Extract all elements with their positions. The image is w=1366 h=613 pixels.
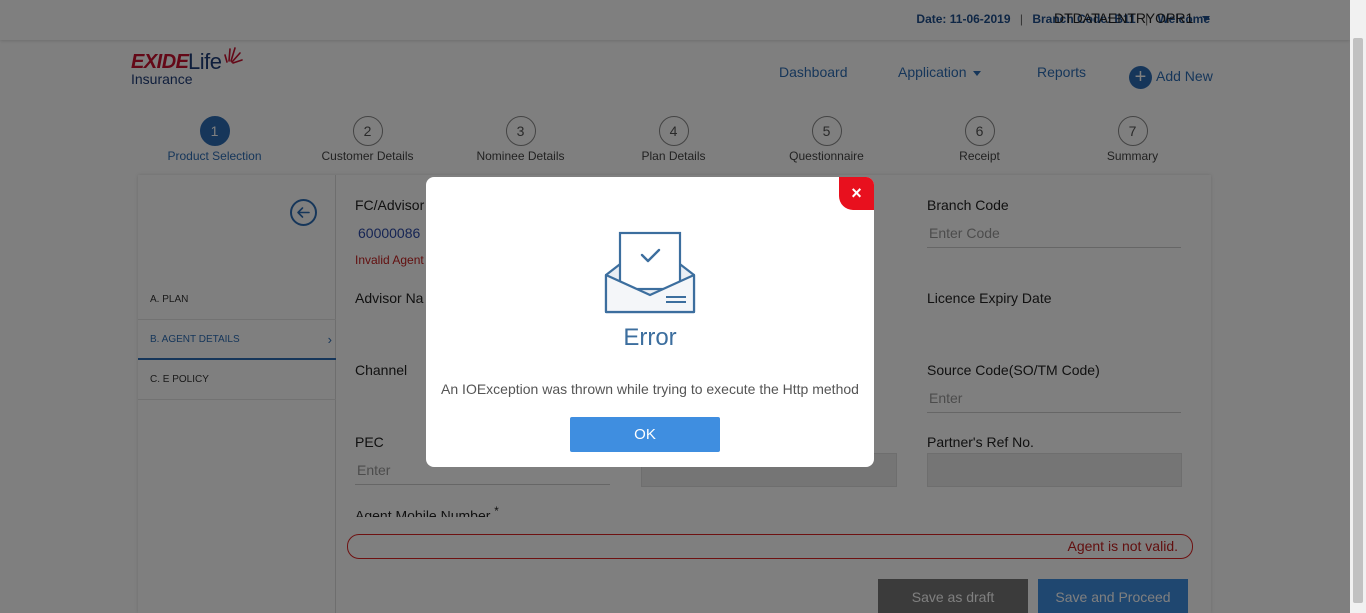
dialog-title: Error	[623, 324, 677, 351]
envelope-check-icon	[604, 231, 696, 314]
dialog-message: An IOException was thrown while trying t…	[441, 381, 859, 397]
close-icon[interactable]: ×	[839, 177, 874, 210]
ok-button[interactable]: OK	[570, 417, 720, 452]
scrollbar-thumb[interactable]	[1353, 38, 1363, 603]
error-dialog: × Error An IOException was thrown while …	[426, 177, 874, 467]
vertical-scrollbar[interactable]	[1350, 0, 1366, 613]
page: Date: 11-06-2019 | Branch Code: B11 | We…	[0, 0, 1350, 613]
